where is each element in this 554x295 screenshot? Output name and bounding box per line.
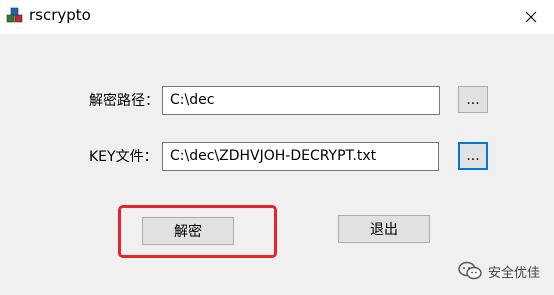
- dec-path-input[interactable]: C:\dec: [162, 86, 440, 115]
- close-icon: [525, 11, 537, 23]
- exit-button[interactable]: 退出: [338, 215, 430, 243]
- browse-path-button[interactable]: ...: [458, 86, 488, 113]
- watermark: 安全优佳: [458, 261, 540, 281]
- close-button[interactable]: [508, 0, 554, 34]
- wechat-icon: [458, 261, 482, 280]
- highlight-annotation: [118, 205, 277, 258]
- watermark-text: 安全优佳: [487, 265, 540, 281]
- browse-key-button[interactable]: ...: [458, 142, 488, 170]
- key-file-label: KEY文件：: [89, 149, 158, 165]
- title-bar: rscrypto: [0, 0, 554, 34]
- window-title: rscrypto: [29, 6, 91, 24]
- dec-path-label: 解密路径：: [89, 93, 159, 109]
- app-icon: [6, 7, 23, 23]
- app-window: rscrypto 解密路径： C:\dec ... KEY文件： C:\dec\…: [0, 0, 554, 295]
- key-file-input[interactable]: C:\dec\ZDHVJOH-DECRYPT.txt: [162, 142, 439, 171]
